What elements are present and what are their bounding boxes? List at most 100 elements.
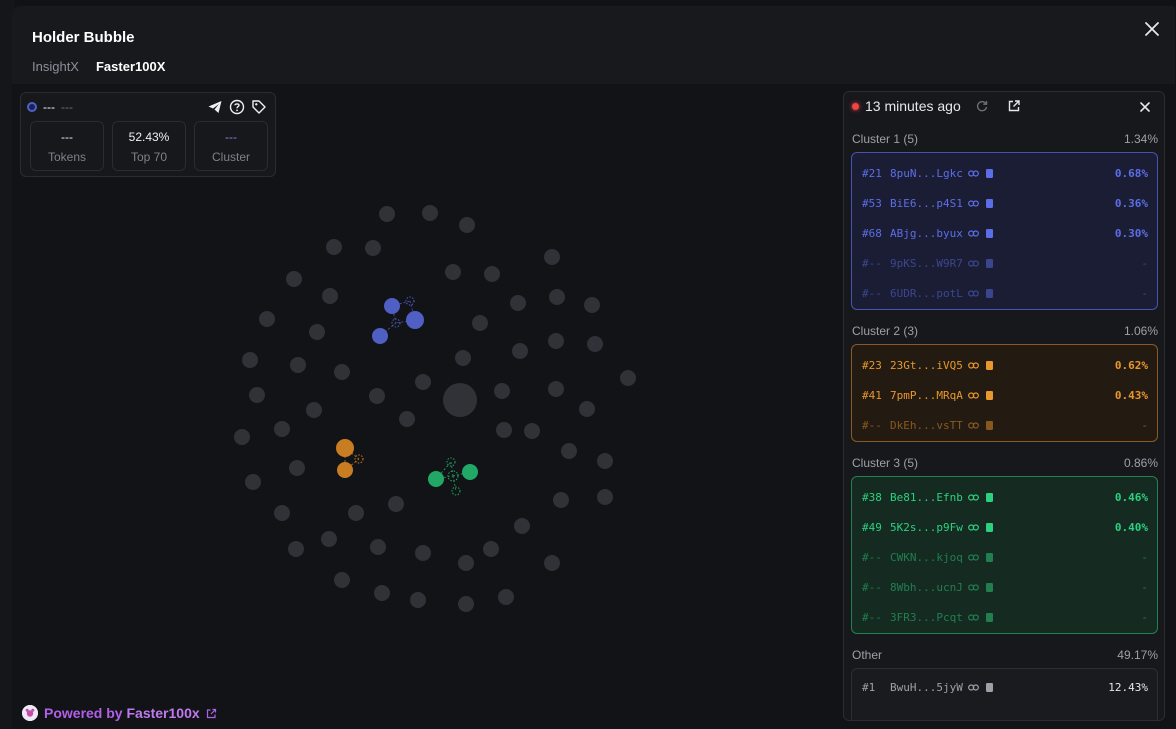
- holder-bubble[interactable]: [544, 249, 560, 265]
- holder-address[interactable]: DkEh...vsTT: [890, 419, 963, 432]
- holder-bubble[interactable]: [306, 402, 322, 418]
- holder-address[interactable]: BwuH...5jyW: [890, 681, 963, 694]
- holder-bubble[interactable]: [459, 217, 475, 233]
- holder-row[interactable]: #1 BwuH...5jyW 12.43%: [862, 679, 1148, 695]
- holder-bubble[interactable]: [242, 352, 258, 368]
- holder-bubble[interactable]: [620, 370, 636, 386]
- holder-bubble[interactable]: [544, 555, 560, 571]
- holder-bubble[interactable]: [553, 492, 569, 508]
- holder-row[interactable]: #49 5K2s...p9Fw 0.40%: [862, 519, 1148, 535]
- holder-bubble[interactable]: [548, 333, 564, 349]
- holder-row[interactable]: #-- 9pKS...W9R7 -: [862, 255, 1148, 271]
- cluster-bubble[interactable]: [428, 471, 444, 487]
- holder-bubble[interactable]: [524, 423, 540, 439]
- holder-row[interactable]: #-- CWKN...kjoq -: [862, 549, 1148, 565]
- holder-bubble[interactable]: [472, 315, 488, 331]
- copy-icon[interactable]: [984, 612, 995, 623]
- link-icon[interactable]: [967, 198, 979, 209]
- holder-address[interactable]: Be81...Efnb: [890, 491, 963, 504]
- link-icon[interactable]: [967, 492, 979, 503]
- holder-row[interactable]: #-- DkEh...vsTT -: [862, 417, 1148, 433]
- link-icon[interactable]: [967, 552, 979, 563]
- link-icon[interactable]: [967, 612, 979, 623]
- refresh-icon[interactable]: [975, 99, 989, 113]
- holder-bubble[interactable]: [289, 460, 305, 476]
- holder-row[interactable]: #38 Be81...Efnb 0.46%: [862, 489, 1148, 505]
- holder-bubble[interactable]: [379, 206, 395, 222]
- holder-address[interactable]: 3FR3...Pcqt: [890, 611, 963, 624]
- holder-address[interactable]: ABjg...byux: [890, 227, 963, 240]
- holder-bubble[interactable]: [422, 205, 438, 221]
- holder-bubble[interactable]: [512, 343, 528, 359]
- holder-bubble[interactable]: [334, 572, 350, 588]
- copy-icon[interactable]: [984, 522, 995, 533]
- holder-row[interactable]: #41 7pmP...MRqA 0.43%: [862, 387, 1148, 403]
- holder-bubble[interactable]: [290, 357, 306, 373]
- holder-address[interactable]: 8puN...Lgkc: [890, 167, 963, 180]
- link-icon[interactable]: [967, 360, 979, 371]
- holder-row[interactable]: #-- 3FR3...Pcqt -: [862, 609, 1148, 625]
- link-icon[interactable]: [967, 258, 979, 269]
- copy-icon[interactable]: [984, 258, 995, 269]
- holder-bubble[interactable]: [561, 443, 577, 459]
- holder-bubble[interactable]: [399, 411, 415, 427]
- tag-icon[interactable]: [251, 99, 267, 115]
- holder-row[interactable]: #53 BiE6...p4S1 0.36%: [862, 195, 1148, 211]
- cluster-bubble[interactable]: [336, 439, 354, 457]
- holder-address[interactable]: 7pmP...MRqA: [890, 389, 963, 402]
- copy-icon[interactable]: [984, 198, 995, 209]
- tab-faster100x[interactable]: Faster100X: [96, 59, 165, 74]
- holder-bubble[interactable]: [510, 295, 526, 311]
- external-link-icon[interactable]: [1007, 99, 1021, 113]
- holder-address[interactable]: 23Gt...iVQ5: [890, 359, 963, 372]
- copy-icon[interactable]: [984, 682, 995, 693]
- powered-by-link[interactable]: Powered by Faster100x: [22, 705, 217, 721]
- holder-row[interactable]: #23 23Gt...iVQ5 0.62%: [862, 357, 1148, 373]
- holder-address[interactable]: CWKN...kjoq: [890, 551, 963, 564]
- holder-bubble[interactable]: [326, 239, 342, 255]
- cluster-bubble[interactable]: [337, 462, 353, 478]
- holder-address[interactable]: 6UDR...potL: [890, 287, 963, 300]
- link-icon[interactable]: [967, 228, 979, 239]
- help-icon[interactable]: [229, 99, 245, 115]
- holder-bubble[interactable]: [483, 541, 499, 557]
- holder-bubble[interactable]: [365, 240, 381, 256]
- holder-bubble[interactable]: [274, 505, 290, 521]
- bubble-map[interactable]: [12, 84, 842, 729]
- link-icon[interactable]: [967, 522, 979, 533]
- copy-icon[interactable]: [984, 552, 995, 563]
- tab-insightx[interactable]: InsightX: [32, 59, 79, 74]
- holder-bubble[interactable]: [597, 489, 613, 505]
- holder-bubble[interactable]: [458, 555, 474, 571]
- holder-bubble[interactable]: [445, 264, 461, 280]
- holder-bubble[interactable]: [548, 381, 564, 397]
- holder-bubble[interactable]: [494, 383, 510, 399]
- link-icon[interactable]: [967, 288, 979, 299]
- holder-row[interactable]: #-- 6UDR...potL -: [862, 285, 1148, 301]
- holder-bubble[interactable]: [249, 387, 265, 403]
- holder-bubble[interactable]: [259, 311, 275, 327]
- copy-icon[interactable]: [984, 390, 995, 401]
- panel-close-icon[interactable]: [1138, 100, 1152, 114]
- copy-icon[interactable]: [984, 168, 995, 179]
- holder-bubble[interactable]: [514, 518, 530, 534]
- holder-bubble[interactable]: [286, 271, 302, 287]
- external-link-icon[interactable]: [206, 708, 217, 719]
- cluster-bubble[interactable]: [462, 464, 478, 480]
- holder-bubble[interactable]: [597, 453, 613, 469]
- close-icon[interactable]: [1143, 20, 1161, 38]
- holder-bubble[interactable]: [584, 297, 600, 313]
- holder-address[interactable]: BiE6...p4S1: [890, 197, 963, 210]
- holder-bubble[interactable]: [587, 336, 603, 352]
- copy-icon[interactable]: [984, 288, 995, 299]
- copy-icon[interactable]: [984, 492, 995, 503]
- holder-bubble[interactable]: [455, 350, 471, 366]
- copy-icon[interactable]: [984, 582, 995, 593]
- telegram-icon[interactable]: [207, 99, 223, 115]
- link-icon[interactable]: [967, 582, 979, 593]
- holder-row[interactable]: #-- 8Wbh...ucnJ -: [862, 579, 1148, 595]
- copy-icon[interactable]: [984, 360, 995, 371]
- holder-bubble[interactable]: [274, 421, 290, 437]
- holder-address[interactable]: 8Wbh...ucnJ: [890, 581, 963, 594]
- holder-bubble[interactable]: [348, 505, 364, 521]
